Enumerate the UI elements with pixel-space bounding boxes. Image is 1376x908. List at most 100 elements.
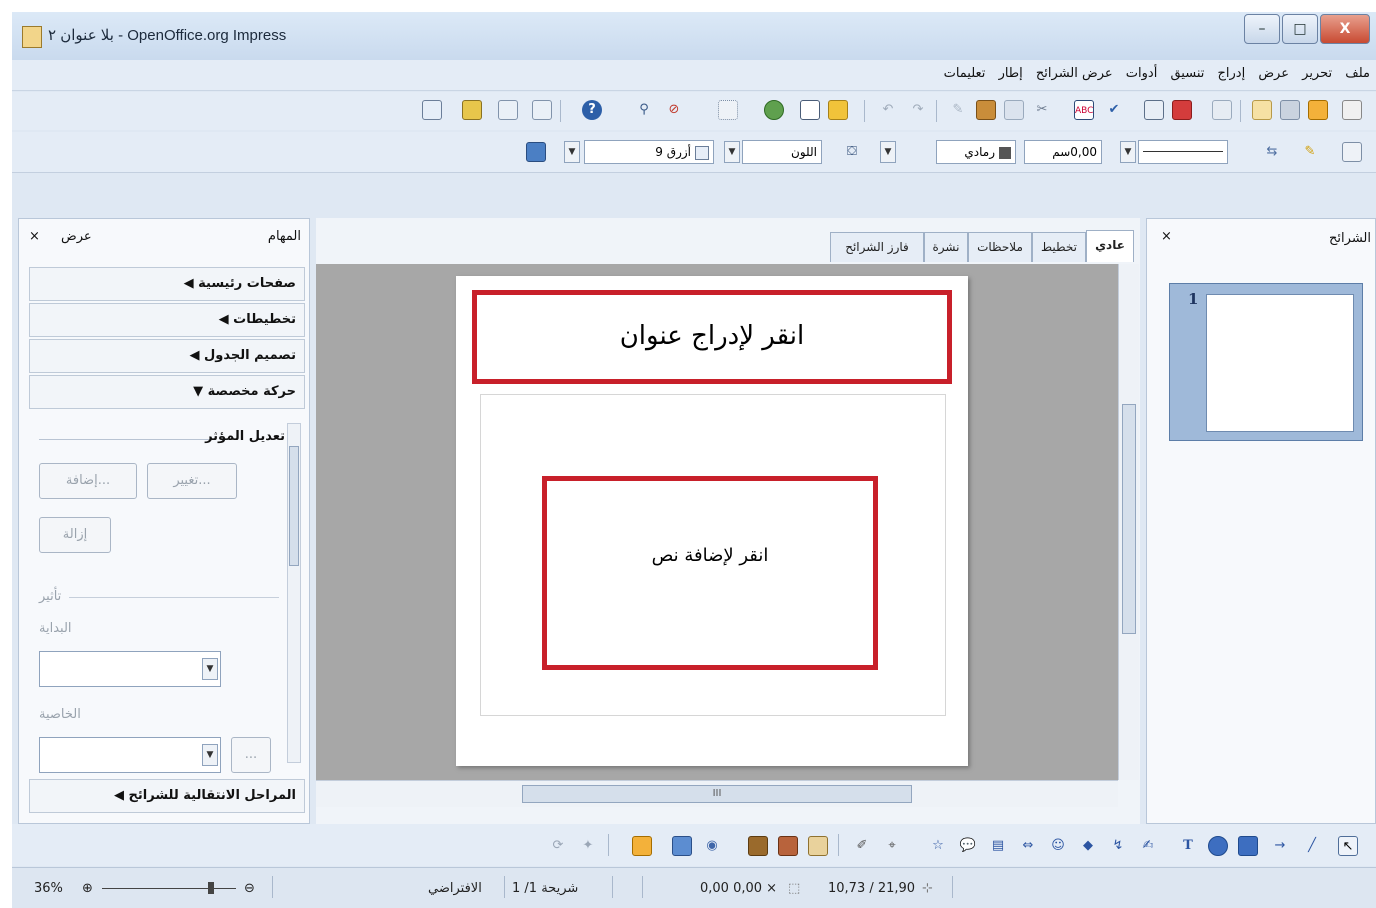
line-style-icon[interactable]	[1342, 142, 1362, 162]
gallery-icon[interactable]	[778, 836, 798, 856]
property-combo[interactable]: ▼	[39, 737, 221, 773]
remove-effect-button[interactable]: إزالة	[39, 517, 111, 553]
section-master-pages[interactable]: صفحات رئيسية ◀	[29, 267, 305, 301]
area-style-dropdown[interactable]: ▼	[724, 141, 740, 163]
chart-icon[interactable]	[828, 100, 848, 120]
minimize-button[interactable]: –	[1244, 14, 1280, 44]
section-custom-animation[interactable]: حركة مخصصة ▼	[29, 375, 305, 409]
menu-tools[interactable]: أدوات	[1126, 66, 1158, 81]
change-effect-button[interactable]: تغيير...	[147, 463, 237, 499]
scrollbar-thumb[interactable]	[289, 446, 299, 566]
area-color-dropdown[interactable]: ▼	[564, 141, 580, 163]
line-style-field[interactable]	[1138, 140, 1228, 164]
line-color-dropdown[interactable]: ▼	[880, 141, 896, 163]
zoom-icon[interactable]: ⚲	[634, 100, 654, 120]
undo-icon[interactable]: ↶	[878, 100, 898, 120]
copy-icon[interactable]	[1004, 100, 1024, 120]
zoom-in-icon[interactable]: ⊕	[82, 881, 93, 896]
tasks-view-menu[interactable]: عرض	[61, 229, 92, 244]
menu-help[interactable]: تعليمات	[944, 66, 986, 81]
shadow-icon[interactable]	[526, 142, 546, 162]
line-tool-icon[interactable]: ╱	[1302, 836, 1322, 856]
property-options-button[interactable]: ...	[231, 737, 271, 773]
fontwork-icon[interactable]	[764, 100, 784, 120]
line-style-dropdown[interactable]: ▼	[1120, 141, 1136, 163]
connector-tool-icon[interactable]: ↯	[1108, 836, 1128, 856]
slide-thumbnail-1[interactable]: 1	[1169, 283, 1363, 441]
arrow-style-icon[interactable]: ✎	[1300, 142, 1320, 162]
line-color-field[interactable]: رمادي	[936, 140, 1016, 164]
close-button[interactable]: X	[1320, 14, 1370, 44]
slide-canvas[interactable]: انقر لإدراج عنوان انقر لإضافة نص	[456, 276, 968, 766]
tab-notes[interactable]: ملاحظات	[968, 232, 1032, 262]
image-icon[interactable]	[748, 836, 768, 856]
glue-points-icon[interactable]: ✐	[852, 836, 872, 856]
menu-insert[interactable]: إدراج	[1218, 66, 1246, 81]
text-tool-icon[interactable]: T	[1178, 836, 1198, 856]
maximize-button[interactable]: □	[1282, 14, 1318, 44]
start-combo[interactable]: ▼	[39, 651, 221, 687]
stars-icon[interactable]: ☆	[928, 836, 948, 856]
symbol-shapes-icon[interactable]: ☺	[1048, 836, 1068, 856]
flowchart-icon[interactable]: ▤	[988, 836, 1008, 856]
slide-layout-icon[interactable]	[532, 100, 552, 120]
add-effect-button[interactable]: إضافة...	[39, 463, 137, 499]
points-icon[interactable]: ⌖	[882, 836, 902, 856]
area-style-field[interactable]: اللون	[742, 140, 822, 164]
print-icon[interactable]	[1144, 100, 1164, 120]
rotate-icon[interactable]: ⟳	[548, 836, 568, 856]
title-placeholder[interactable]: انقر لإدراج عنوان	[472, 290, 952, 384]
table-icon[interactable]	[800, 100, 820, 120]
slides-panel-close[interactable]: ×	[1161, 229, 1172, 244]
slide-design-icon[interactable]	[498, 100, 518, 120]
area-color-field[interactable]: أزرق 9	[584, 140, 714, 164]
format-paintbrush-icon[interactable]: ✎	[948, 100, 968, 120]
open-folder-icon[interactable]	[1308, 100, 1328, 120]
save-icon[interactable]	[1280, 100, 1300, 120]
tab-outline[interactable]: تخطيط	[1032, 232, 1086, 262]
redo-icon[interactable]: ↷	[908, 100, 928, 120]
zoom-out-icon[interactable]: ⊖	[244, 881, 255, 896]
paste-icon[interactable]	[976, 100, 996, 120]
horizontal-scrollbar[interactable]: III	[316, 780, 1118, 807]
new-document-icon[interactable]	[1342, 100, 1362, 120]
section-layouts[interactable]: تخطيطات ◀	[29, 303, 305, 337]
area-fill-icon[interactable]: ⛋	[842, 142, 862, 162]
vertical-scrollbar-thumb[interactable]	[1122, 404, 1136, 634]
ellipse-tool-icon[interactable]	[1208, 836, 1228, 856]
block-arrows-icon[interactable]: ⇔	[1018, 836, 1038, 856]
from-file-icon[interactable]	[808, 836, 828, 856]
arrow-line-tool-icon[interactable]: →	[1270, 836, 1290, 856]
menu-format[interactable]: تنسيق	[1170, 66, 1204, 81]
horizontal-scrollbar-thumb[interactable]: III	[522, 785, 912, 803]
zoom-slider-track[interactable]	[102, 888, 236, 889]
section-table-design[interactable]: تصميم الجدول ◀	[29, 339, 305, 373]
slideshow-icon[interactable]	[422, 100, 442, 120]
auto-spellcheck-icon[interactable]: ABC	[1074, 100, 1094, 120]
spellcheck-icon[interactable]: ✔	[1104, 100, 1124, 120]
navigator-icon[interactable]: ⊘	[664, 100, 684, 120]
help-icon[interactable]: ?	[582, 100, 602, 120]
line-ends-icon[interactable]: ⇆	[1262, 142, 1282, 162]
line-width-field[interactable]: 0,00سم	[1024, 140, 1102, 164]
zoom-percent[interactable]: 36%	[34, 881, 63, 896]
menu-slideshow[interactable]: عرض الشرائح	[1036, 66, 1113, 81]
new-slide-icon[interactable]	[462, 100, 482, 120]
basic-shapes-icon[interactable]: ◆	[1078, 836, 1098, 856]
callouts-icon[interactable]: 💬	[958, 836, 978, 856]
effects-icon[interactable]: ✦	[578, 836, 598, 856]
arrange-icon[interactable]	[632, 836, 652, 856]
show-grid-icon[interactable]	[718, 100, 738, 120]
tab-normal[interactable]: عادي	[1086, 230, 1134, 262]
section-slide-transition[interactable]: المراحل الانتقالية للشرائح ◀	[29, 779, 305, 813]
email-icon[interactable]	[1252, 100, 1272, 120]
tasks-scrollbar[interactable]	[287, 423, 301, 763]
tab-handout[interactable]: نشرة	[924, 232, 968, 262]
menu-view[interactable]: عرض	[1258, 66, 1289, 81]
select-arrow-icon[interactable]: ↖	[1338, 836, 1358, 856]
property-dropdown[interactable]: ▼	[202, 744, 218, 766]
curve-tool-icon[interactable]: ✍	[1138, 836, 1158, 856]
start-dropdown[interactable]: ▼	[202, 658, 218, 680]
align-icon[interactable]	[672, 836, 692, 856]
tab-slide-sorter[interactable]: فارز الشرائح	[830, 232, 924, 262]
